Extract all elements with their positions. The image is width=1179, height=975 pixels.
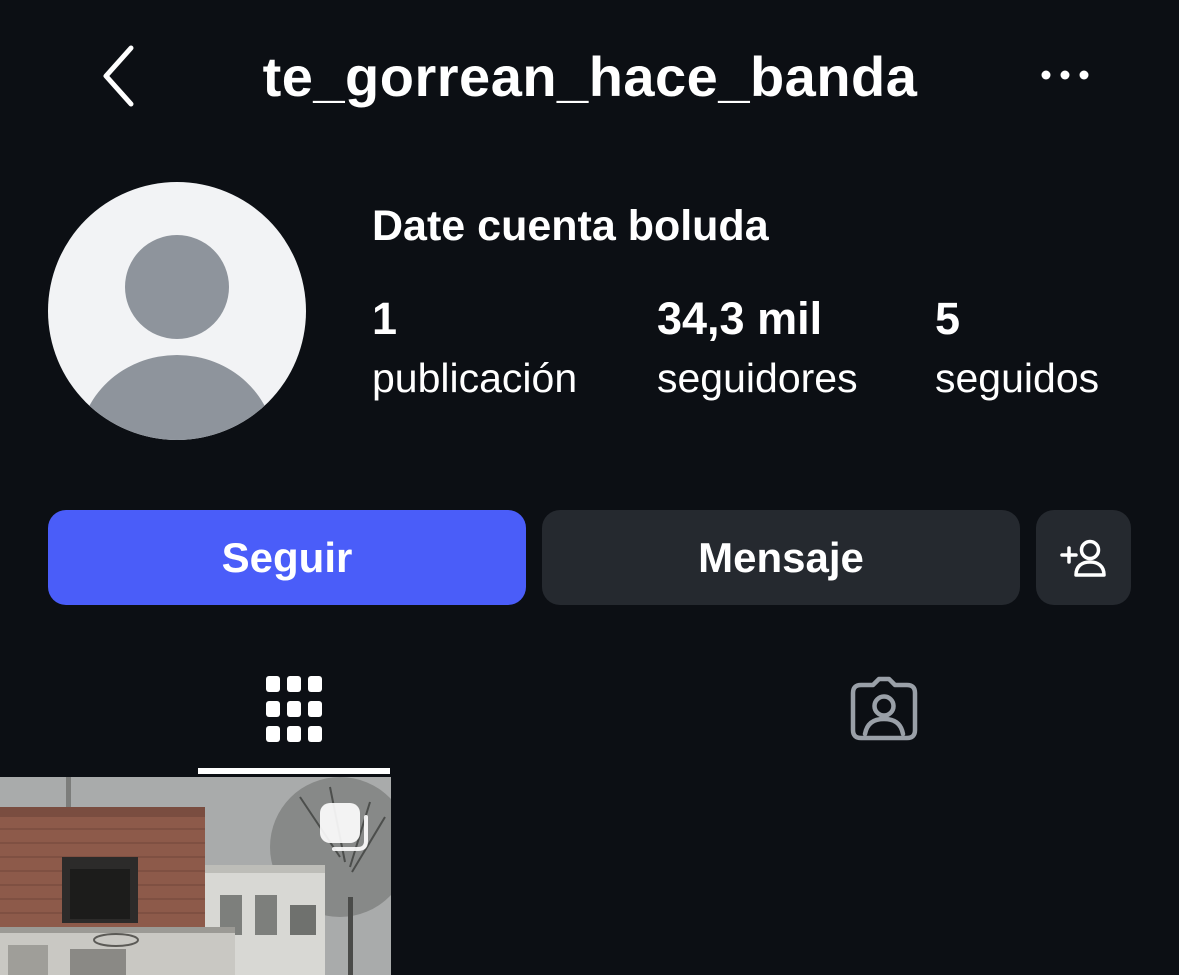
grid-icon [266,676,322,742]
message-button[interactable]: Mensaje [542,510,1020,605]
avatar[interactable] [48,182,306,440]
followers-count-value: 34,3 mil [657,293,823,344]
display-name: Date cuenta boluda [372,201,769,250]
following-count-label: seguidos [935,355,1100,401]
default-avatar-icon [79,235,275,440]
follow-button[interactable]: Seguir [48,510,526,605]
following-count[interactable]: 5 seguidos [935,288,1099,406]
tab-posts-grid[interactable] [198,664,390,774]
posts-count-value: 1 [372,293,398,344]
back-button[interactable] [88,40,148,112]
post-thumbnail[interactable] [0,777,391,975]
posts-count[interactable]: 1 publicación [372,288,577,406]
more-horizontal-icon [1041,70,1089,80]
add-user-icon [1059,539,1106,577]
following-count-value: 5 [935,293,961,344]
active-tab-indicator [198,768,390,774]
chevron-left-icon [103,45,134,107]
posts-count-label: publicación [372,355,578,401]
suggested-users-button[interactable] [1036,510,1131,605]
profile-username: te_gorrean_hace_banda [262,44,918,108]
more-options-button[interactable] [1030,50,1100,100]
tagged-icon [850,676,918,741]
followers-count[interactable]: 34,3 mil seguidores [657,288,858,406]
tab-tagged[interactable] [788,664,980,774]
followers-count-label: seguidores [657,355,858,401]
carousel-icon [320,803,368,851]
